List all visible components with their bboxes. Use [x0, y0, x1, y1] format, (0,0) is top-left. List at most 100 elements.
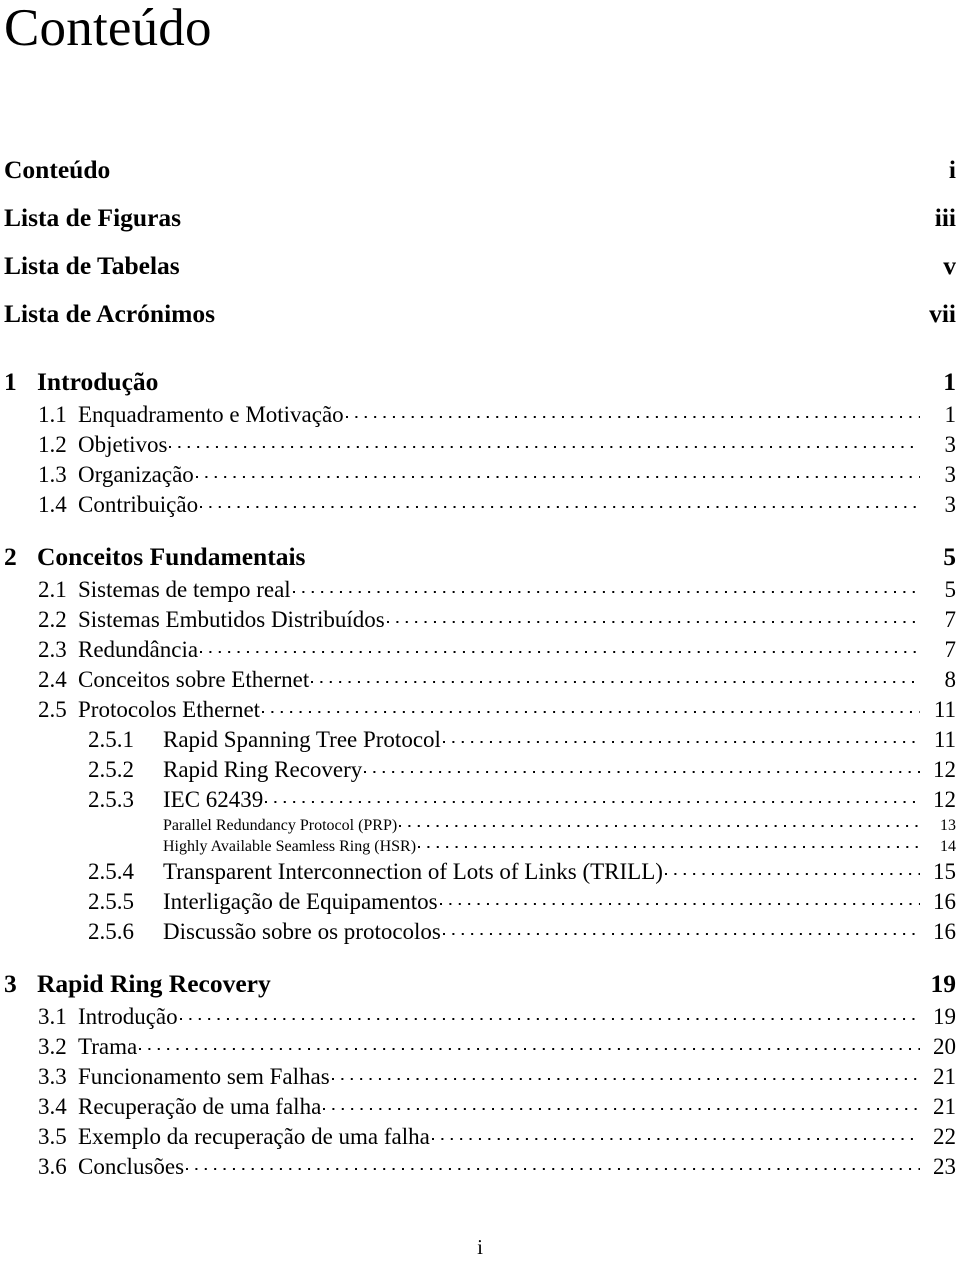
toc-entry-title: IEC 62439: [163, 787, 264, 812]
toc-entry-number: 2.5.6: [88, 919, 134, 944]
toc-entry-title: Sistemas de tempo real: [78, 577, 291, 602]
toc-entry-page-number: v: [943, 250, 956, 280]
toc-entry-subsection[interactable]: 2.5.1 Rapid Spanning Tree Protocol 11: [4, 724, 956, 754]
toc-entry-title: Conclusões: [78, 1154, 185, 1179]
toc-entry-chapter[interactable]: 1 Introdução 1: [4, 364, 956, 399]
toc-entry-number: 2.5: [38, 697, 67, 722]
dot-leader: [169, 429, 920, 452]
toc-entry-section[interactable]: 1.3 Organização 3: [4, 459, 956, 489]
toc-entry-page-number: 1: [943, 366, 956, 396]
toc-entry-title: Introdução: [78, 1004, 178, 1029]
toc-entry-page-number: 3: [944, 432, 957, 457]
toc-entry-subsection[interactable]: 2.5.5 Interligação de Equipamentos 16: [4, 886, 956, 916]
dot-leader: [307, 539, 920, 565]
dot-leader: [265, 784, 920, 807]
dot-leader: [183, 200, 920, 226]
toc-entry-title: Trama: [78, 1034, 138, 1059]
dot-leader: [386, 604, 920, 627]
toc-entry-number: 3: [4, 968, 17, 998]
toc-entry-subsection[interactable]: 2.5.6 Discussão sobre os protocolos 16: [4, 916, 956, 946]
toc-entry-title: Lista de Figuras: [4, 202, 182, 232]
toc-entry-page-number: 16: [933, 889, 956, 914]
toc-entry-chapter[interactable]: 2 Conceitos Fundamentais 5: [4, 539, 956, 574]
dot-leader: [399, 814, 920, 830]
toc-entry-page-number: vii: [929, 298, 956, 328]
toc-entry-front[interactable]: Lista de Figuras iii: [4, 200, 956, 248]
toc-entry-page-number: 21: [933, 1094, 956, 1119]
toc-entry-page-number: 19: [933, 1004, 956, 1029]
toc-entry-section[interactable]: 3.4 Recuperação de uma falha 21: [4, 1091, 956, 1121]
toc-entry-title: Redundância: [78, 637, 199, 662]
toc-entry-front[interactable]: Lista de Acrónimos vii: [4, 296, 956, 344]
toc-entry-section[interactable]: 1.4 Contribuição 3: [4, 489, 956, 519]
toc-entry-number: 2.2: [38, 607, 67, 632]
toc-entry-page-number: 15: [933, 859, 956, 884]
toc-entry-number: 2.5.1: [88, 727, 134, 752]
toc-entry-page-number: 12: [933, 787, 956, 812]
toc-entry-number: 3.5: [38, 1124, 67, 1149]
toc-entry-title: Contribuição: [78, 492, 199, 517]
toc-entry-page-number: 3: [944, 462, 957, 487]
toc-entry-section[interactable]: 1.1 Enquadramento e Motivação 1: [4, 399, 956, 429]
toc-entry-title: Conceitos Fundamentais: [37, 541, 306, 571]
toc-entry-section[interactable]: 1.2 Objetivos 3: [4, 429, 956, 459]
toc-entry-subsub[interactable]: Highly Available Seamless Ring (HSR) 14: [4, 835, 956, 856]
toc-entry-chapter[interactable]: 3 Rapid Ring Recovery 19: [4, 966, 956, 1001]
toc-entry-title: Introdução: [37, 366, 159, 396]
toc-entry-title: Exemplo da recuperação de uma falha: [78, 1124, 430, 1149]
dot-leader: [418, 835, 920, 851]
table-of-contents: Conteúdo i Lista de Figuras iii Lista de Tab…: [4, 152, 956, 1181]
toc-entry-section[interactable]: 2.2 Sistemas Embutidos Distribuídos 7: [4, 604, 956, 634]
toc-entry-subsection[interactable]: 2.5.2 Rapid Ring Recovery 12: [4, 754, 956, 784]
toc-entry-section[interactable]: 3.3 Funcionamento sem Falhas 21: [4, 1061, 956, 1091]
toc-entry-page-number: 12: [933, 757, 956, 782]
dot-leader: [364, 754, 920, 777]
toc-entry-page-number: 8: [944, 667, 957, 692]
toc-entry-page-number: 7: [944, 607, 957, 632]
toc-entry-front[interactable]: Lista de Tabelas v: [4, 248, 956, 296]
dot-leader: [195, 459, 920, 482]
dot-leader: [200, 489, 920, 512]
toc-entry-page-number: 16: [933, 919, 956, 944]
toc-entry-section[interactable]: 3.5 Exemplo da recuperação de uma falha 22: [4, 1121, 956, 1151]
toc-entry-page-number: i: [948, 154, 956, 184]
toc-entry-section[interactable]: 3.6 Conclusões 23: [4, 1151, 956, 1181]
toc-entry-page-number: iii: [934, 202, 956, 232]
toc-entry-page-number: 7: [944, 637, 957, 662]
dot-leader: [442, 724, 920, 747]
toc-entry-page-number: 11: [933, 697, 956, 722]
toc-entry-title: Sistemas Embutidos Distribuídos: [78, 607, 385, 632]
dot-leader: [442, 916, 920, 939]
toc-entry-section[interactable]: 3.2 Trama 20: [4, 1031, 956, 1061]
toc-entry-section[interactable]: 2.1 Sistemas de tempo real 5: [4, 574, 956, 604]
dot-leader: [331, 1061, 920, 1084]
toc-entry-title: Rapid Ring Recovery: [37, 968, 271, 998]
toc-entry-title: Lista de Tabelas: [4, 250, 180, 280]
page-footer-number: i: [477, 1235, 483, 1259]
toc-entry-title: Organização: [78, 462, 194, 487]
toc-entry-number: 2.5.2: [88, 757, 134, 782]
toc-entry-number: 1: [4, 366, 17, 396]
toc-entry-number: 1.3: [38, 462, 67, 487]
toc-entry-subsection[interactable]: 2.5.3 IEC 62439 12: [4, 784, 956, 814]
toc-entry-number: 3.2: [38, 1034, 67, 1059]
toc-entry-number: 2.4: [38, 667, 67, 692]
toc-entry-section[interactable]: 3.1 Introdução 19: [4, 1001, 956, 1031]
toc-entry-title: Rapid Spanning Tree Protocol: [163, 727, 441, 752]
dot-leader: [439, 886, 920, 909]
toc-entry-section[interactable]: 2.5 Protocolos Ethernet 11: [4, 694, 956, 724]
toc-entry-front[interactable]: Conteúdo i: [4, 152, 956, 200]
toc-entry-section[interactable]: 2.3 Redundância 7: [4, 634, 956, 664]
toc-entry-number: 1.4: [38, 492, 67, 517]
toc-entry-page-number: 14: [940, 838, 956, 855]
toc-entry-subsection[interactable]: 2.5.4 Transparent Interconnection of Lots…: [4, 856, 956, 886]
toc-entry-number: 3.4: [38, 1094, 67, 1119]
toc-entry-subsub[interactable]: Parallel Redundancy Protocol (PRP) 13: [4, 814, 956, 835]
dot-leader: [262, 694, 920, 717]
toc-entry-title: Conceitos sobre Ethernet: [78, 667, 310, 692]
toc-entry-page-number: 19: [930, 968, 957, 998]
toc-entry-section[interactable]: 2.4 Conceitos sobre Ethernet 8: [4, 664, 956, 694]
toc-entry-title: Rapid Ring Recovery: [163, 757, 363, 782]
dot-leader: [217, 296, 920, 322]
toc-entry-title: Protocolos Ethernet: [78, 697, 261, 722]
